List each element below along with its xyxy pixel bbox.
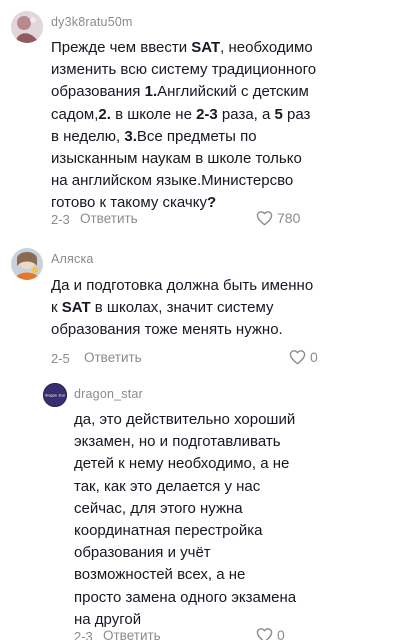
avatar[interactable]: dragon star — [43, 383, 67, 407]
comment-date: 2-3 — [51, 212, 70, 227]
comment-username[interactable]: Аляска — [51, 252, 94, 266]
comment-username[interactable]: dy3k8ratu50m — [51, 15, 133, 29]
comment-date: 2-3 — [74, 629, 93, 640]
avatar[interactable] — [11, 11, 43, 43]
avatar[interactable] — [11, 248, 43, 280]
comment-text: Да и подготовка должна быть именно к SAT… — [51, 275, 391, 342]
comment-text-segment: 2. — [98, 105, 111, 123]
reply-button[interactable]: Ответить — [84, 350, 142, 365]
comment-text-segment: Прежде чем ввести — [51, 39, 192, 56]
heart-outline-icon — [256, 210, 273, 226]
heart-outline-icon — [289, 349, 306, 365]
comment-username[interactable]: dragon_star — [74, 387, 143, 401]
like-count: 0 — [310, 349, 318, 365]
comment-text: Прежде чем ввести SAT, необходимо измени… — [51, 37, 391, 215]
avatar-label: dragon star — [45, 394, 66, 398]
comment-text-segment: SAT — [191, 39, 221, 56]
reply-button[interactable]: Ответить — [103, 628, 161, 640]
comment-text-segment: 3. — [124, 127, 137, 145]
comment-date: 2-5 — [51, 351, 70, 366]
comment-text-segment: 2-3 — [196, 105, 218, 123]
like-button[interactable]: 0 — [289, 349, 318, 365]
comment-text-segment: да, это действительно хороший экзамен, н… — [74, 411, 297, 628]
heart-outline-icon — [256, 627, 273, 640]
like-button[interactable]: 0 — [256, 627, 285, 640]
comments-screen: dy3k8ratu50m Прежде чем ввести SAT, необ… — [0, 0, 400, 640]
comment-text-segment: раза, а — [217, 105, 275, 123]
comment-text: да, это действительно хороший экзамен, н… — [74, 409, 394, 631]
comment-text-segment: 5 — [274, 105, 283, 123]
comment-text-segment: SAT — [61, 299, 91, 317]
comment-text-segment: 1. — [144, 83, 158, 101]
like-button[interactable]: 780 — [256, 210, 300, 226]
like-count: 780 — [277, 210, 301, 226]
comment-text-segment: ? — [206, 194, 217, 212]
comment-text-segment: в школе не — [110, 105, 197, 123]
reply-button[interactable]: Ответить — [80, 211, 138, 226]
like-count: 0 — [277, 627, 285, 640]
